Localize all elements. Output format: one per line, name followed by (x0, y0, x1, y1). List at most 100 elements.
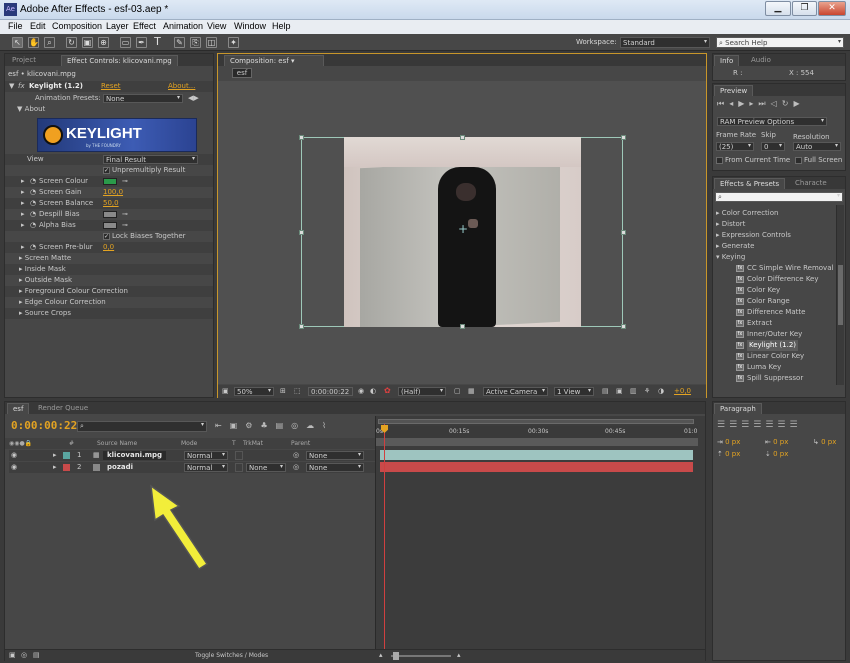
resolution-select[interactable]: (Half) (398, 387, 446, 396)
search-help-input[interactable]: ⌕ Search Help (716, 37, 844, 48)
indent-right-value[interactable]: 0 px (773, 438, 788, 446)
camera-tool-icon[interactable]: ▣ (82, 37, 93, 48)
always-preview-icon[interactable]: ▣ (222, 387, 229, 395)
stopwatch-icon[interactable]: ◔ (30, 198, 36, 209)
tab-preview[interactable]: Preview (714, 85, 754, 96)
frame-blending-icon[interactable]: ▤ (276, 421, 292, 430)
transform-handle[interactable] (299, 135, 304, 140)
anchor-point-icon[interactable]: + (458, 223, 468, 235)
transform-handle[interactable] (299, 230, 304, 235)
preserve-transparency-toggle[interactable] (235, 463, 243, 472)
align-right-icon[interactable]: ☰ (741, 420, 753, 430)
expand-transfer-controls-icon[interactable]: ◎ (21, 651, 27, 659)
tab-render-queue[interactable]: Render Queue (33, 403, 93, 414)
indent-first[interactable]: ↳ 0 px (813, 438, 836, 446)
ram-preview-icon[interactable]: ▶ (793, 99, 804, 108)
timeline-timecode[interactable]: 0:00:00:22 (11, 419, 77, 432)
view-select[interactable]: Final Result (103, 155, 198, 164)
draft-3d-icon[interactable]: ⚙ (245, 421, 260, 430)
unpremultiply-checkbox[interactable]: ✓ (103, 166, 110, 174)
expand-layer-switches-icon[interactable]: ▣ (9, 651, 16, 659)
motion-blur-icon[interactable]: ◎ (291, 421, 306, 430)
transform-handle[interactable] (621, 324, 626, 329)
hide-shy-icon[interactable]: ♣ (260, 421, 275, 430)
exposure-value[interactable]: +0,0 (674, 387, 691, 395)
comp-mini-flowchart-icon[interactable]: ⇤ (215, 421, 230, 430)
grid-icon[interactable]: ⊞ (280, 387, 286, 395)
expand-icon[interactable]: ▸ (21, 198, 25, 209)
show-snapshot-icon[interactable]: ◐ (370, 387, 376, 395)
fx-icon[interactable]: fx (18, 81, 25, 92)
screen-preblur-value[interactable]: 0,0 (103, 242, 114, 253)
transparency-grid-icon[interactable]: ▦ (468, 387, 475, 395)
eyedropper-icon[interactable]: ⊸ (122, 220, 128, 231)
frame-rate-select[interactable]: (25) (716, 142, 754, 151)
layer-bar[interactable] (380, 450, 693, 460)
expand-icon[interactable]: ▸ (21, 209, 25, 220)
layer-name[interactable]: klicovani.mpg (103, 451, 167, 460)
transform-handle[interactable] (460, 135, 465, 140)
camera-select[interactable]: Active Camera (483, 387, 548, 396)
time-navigator[interactable] (378, 419, 694, 424)
effects-search-input[interactable]: ⌕ (715, 192, 843, 202)
expand-icon[interactable]: ▸ (21, 176, 25, 187)
eyedropper-icon[interactable]: ⊸ (122, 209, 128, 220)
screen-colour-swatch[interactable] (103, 178, 117, 185)
tab-effects-presets[interactable]: Effects & Presets (714, 178, 786, 189)
justify-last-right-icon[interactable]: ☰ (777, 420, 789, 430)
category-keying[interactable]: ▾ Keying (716, 252, 745, 263)
label-color-swatch[interactable] (63, 452, 70, 459)
effect-item[interactable]: fx Luma Key (736, 362, 781, 373)
snapshot-icon[interactable]: ◉ (358, 387, 364, 395)
layer-expand-icon[interactable]: ▸ (53, 462, 57, 473)
ram-preview-options-select[interactable]: RAM Preview Options (717, 117, 827, 126)
zoom-tool-icon[interactable]: ⌕ (44, 37, 55, 48)
category-distort[interactable]: ▸ Distort (716, 219, 745, 230)
stopwatch-icon[interactable]: ◔ (30, 209, 36, 220)
preset-nav-icon[interactable]: ◀▶ (188, 93, 199, 104)
live-update-icon[interactable]: ▣ (230, 421, 246, 430)
scrollbar[interactable] (836, 205, 844, 385)
menu-animation[interactable]: Animation (163, 21, 203, 31)
stopwatch-icon[interactable]: ◔ (30, 187, 36, 198)
last-frame-icon[interactable]: ⏭ (758, 99, 770, 108)
brush-tool-icon[interactable]: ✎ (174, 37, 185, 48)
menu-view[interactable]: View (207, 21, 226, 31)
tab-effect-controls[interactable]: Effect Controls: klicovani.mpg (61, 55, 178, 66)
menu-layer[interactable]: Layer (106, 21, 129, 31)
graph-editor-icon[interactable]: ⌇ (322, 421, 334, 430)
first-frame-icon[interactable]: ⏮ (717, 99, 729, 108)
pan-behind-tool-icon[interactable]: ⊕ (98, 37, 109, 48)
transform-handle[interactable] (621, 135, 626, 140)
blend-mode-select[interactable]: Normal (184, 463, 228, 472)
rotate-tool-icon[interactable]: ↻ (66, 37, 77, 48)
parent-select[interactable]: None (306, 463, 364, 472)
stopwatch-icon[interactable]: ◔ (30, 220, 36, 231)
menu-effect[interactable]: Effect (133, 21, 156, 31)
mask-icon[interactable]: ⬚ (294, 387, 301, 395)
pen-tool-icon[interactable]: ✒ (136, 37, 147, 48)
toggle-pixel-icon[interactable]: ▤ (602, 387, 609, 395)
text-tool-icon[interactable]: T (152, 36, 163, 48)
rectangle-tool-icon[interactable]: ▭ (120, 37, 131, 48)
pickwhip-icon[interactable]: ◎ (293, 462, 299, 473)
menu-file[interactable]: File (8, 21, 23, 31)
label-color-swatch[interactable] (63, 464, 70, 471)
lock-biases-checkbox[interactable]: ✓ (103, 232, 110, 240)
preserve-transparency-toggle[interactable] (235, 451, 243, 460)
comp-timecode[interactable]: 0:00:00:22 (308, 387, 353, 396)
loop-icon[interactable]: ↻ (782, 99, 794, 108)
indent-first-value[interactable]: 0 px (821, 438, 836, 446)
align-center-icon[interactable]: ☰ (729, 420, 741, 430)
play-icon[interactable]: ▶ (738, 99, 749, 108)
screen-balance-value[interactable]: 50,0 (103, 198, 119, 209)
channel-icon[interactable]: ✿ (384, 386, 391, 395)
about-group[interactable]: ▼ About (17, 104, 45, 115)
group-edge-colour-correction[interactable]: ▸ Edge Colour Correction (19, 297, 213, 308)
screen-gain-value[interactable]: 100,0 (103, 187, 123, 198)
justify-last-center-icon[interactable]: ☰ (765, 420, 777, 430)
group-screen-matte[interactable]: ▸ Screen Matte (19, 253, 213, 264)
transform-handle[interactable] (621, 230, 626, 235)
tab-composition[interactable]: Composition: esf ▾ (224, 55, 324, 66)
effect-item[interactable]: fx CC Simple Wire Removal (736, 263, 833, 274)
